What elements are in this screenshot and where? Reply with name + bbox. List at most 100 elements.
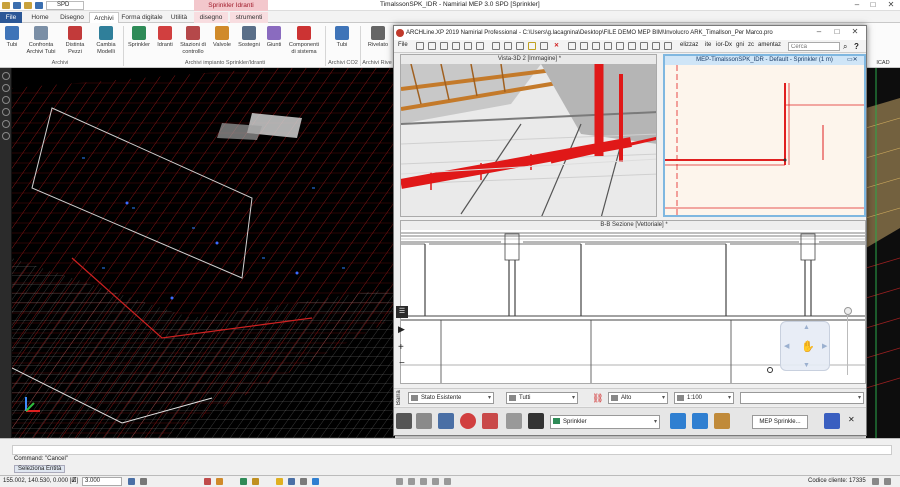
tab-forma-digitale[interactable]: Forma digitale bbox=[120, 12, 164, 23]
redo-icon[interactable] bbox=[476, 42, 484, 50]
ribbon-button-valvole[interactable]: Valvole bbox=[210, 26, 234, 49]
eyedropper-icon[interactable] bbox=[540, 42, 548, 50]
minimize-icon[interactable]: – bbox=[850, 0, 864, 11]
ribbon-button-distinta[interactable]: Distinta Pezzi bbox=[62, 26, 88, 55]
list-view-icon[interactable] bbox=[528, 413, 544, 429]
move-icon[interactable] bbox=[568, 42, 576, 50]
zoom-out-icon[interactable]: − bbox=[399, 358, 405, 369]
view-icon[interactable] bbox=[2, 120, 10, 128]
menu-gni[interactable]: gni bbox=[736, 42, 744, 48]
ribbon-button-sprinkler[interactable]: Sprinkler bbox=[126, 26, 152, 49]
archline-minimize-icon[interactable]: – bbox=[812, 27, 826, 38]
settings-icon[interactable] bbox=[2, 132, 10, 140]
sprinkler-dropdown[interactable]: Sprinkler ▾ bbox=[550, 415, 660, 429]
new-icon[interactable] bbox=[416, 42, 424, 50]
align-left-icon[interactable] bbox=[640, 42, 648, 50]
zoom-window-icon[interactable] bbox=[396, 478, 403, 485]
zoom-slider-knob[interactable] bbox=[844, 307, 852, 315]
view-plan[interactable]: MEP-TimalssonSPK_IDR - Default - Sprinkl… bbox=[663, 54, 866, 217]
zoom-field[interactable]: 3.000 bbox=[82, 477, 122, 486]
tab-strumenti[interactable]: strumenti bbox=[230, 12, 268, 23]
edit-icon[interactable] bbox=[482, 413, 498, 429]
undo-icon[interactable] bbox=[24, 2, 32, 9]
select-frame-icon[interactable] bbox=[438, 413, 454, 429]
wrench-icon[interactable] bbox=[714, 413, 730, 429]
pointer-icon[interactable] bbox=[506, 413, 522, 429]
transform-icon[interactable] bbox=[664, 42, 672, 50]
archline-close-icon[interactable]: ✕ bbox=[848, 27, 862, 38]
notification-icon[interactable] bbox=[872, 478, 879, 485]
dimension-icon[interactable] bbox=[592, 42, 600, 50]
ribbon-button-cambia-modelli[interactable]: Cambia Modelli bbox=[92, 26, 120, 55]
arrow-up-blue-icon[interactable] bbox=[670, 413, 686, 429]
align-icon[interactable] bbox=[580, 42, 588, 50]
search-input[interactable] bbox=[788, 42, 840, 51]
menu-ior-dx[interactable]: ior-Dx bbox=[716, 42, 732, 48]
help-icon[interactable]: ? bbox=[854, 42, 859, 51]
expand-icon[interactable]: ▶ bbox=[398, 324, 405, 335]
filtro-dropdown[interactable]: Tutti ▾ bbox=[506, 392, 578, 404]
lock-icon[interactable] bbox=[216, 478, 223, 485]
save-icon[interactable] bbox=[440, 42, 448, 50]
pan-realtime-icon[interactable] bbox=[432, 478, 439, 485]
link-icon[interactable]: ⛓ bbox=[592, 393, 603, 403]
layers-icon[interactable] bbox=[2, 108, 10, 116]
tab-utilita[interactable]: Utilità bbox=[166, 12, 192, 23]
arrow-left-icon[interactable]: ◀ bbox=[784, 342, 789, 350]
ucs-icon[interactable] bbox=[300, 478, 307, 485]
redo-icon[interactable] bbox=[35, 2, 43, 9]
align-right-icon[interactable] bbox=[652, 42, 660, 50]
save-icon[interactable] bbox=[13, 2, 21, 9]
menu-amentaz[interactable]: amentaz bbox=[758, 42, 781, 48]
stato-dropdown[interactable]: Stato Esistente ▾ bbox=[408, 392, 494, 404]
list-icon[interactable]: ☰ bbox=[396, 306, 408, 318]
snap-grid-icon[interactable] bbox=[128, 478, 135, 485]
measure-icon[interactable] bbox=[604, 42, 612, 50]
layer-icon[interactable] bbox=[204, 478, 211, 485]
tab-file[interactable]: File bbox=[0, 12, 22, 23]
mep-sprinkler-button[interactable]: MEP Sprinkle... bbox=[752, 415, 808, 429]
tab-home[interactable]: Home bbox=[26, 12, 54, 23]
copy-icon[interactable] bbox=[504, 42, 512, 50]
grid-icon[interactable] bbox=[616, 42, 624, 50]
zoom-slider[interactable] bbox=[844, 307, 857, 375]
ortho-icon[interactable] bbox=[140, 478, 147, 485]
zoom-previous-icon[interactable] bbox=[420, 478, 427, 485]
cad-viewport-right[interactable] bbox=[866, 68, 900, 438]
ribbon-button-rivelatori[interactable]: Rivelato bbox=[364, 26, 392, 49]
status-menu-icon[interactable] bbox=[884, 478, 891, 485]
archline-window[interactable]: ARCHLine.XP 2019 Namirial Professional -… bbox=[393, 25, 867, 436]
undo-icon[interactable] bbox=[464, 42, 472, 50]
lineweight-icon[interactable] bbox=[276, 478, 283, 485]
paste-icon[interactable] bbox=[516, 42, 524, 50]
model-icon[interactable] bbox=[288, 478, 295, 485]
extra-dropdown[interactable]: ▾ bbox=[740, 392, 864, 404]
redraw-icon[interactable] bbox=[444, 478, 451, 485]
color-palette-icon[interactable] bbox=[824, 413, 840, 429]
cut-icon[interactable] bbox=[492, 42, 500, 50]
view-plan-controls[interactable]: ▭✕ bbox=[847, 56, 864, 65]
rotate-icon[interactable] bbox=[460, 413, 476, 429]
grid-dots-icon[interactable] bbox=[416, 413, 432, 429]
search-icon[interactable]: ⌕ bbox=[843, 42, 847, 52]
ribbon-button-tubi[interactable]: Tubi bbox=[2, 26, 22, 49]
cad-viewport[interactable] bbox=[12, 68, 395, 438]
close-icon[interactable]: ✕ bbox=[884, 0, 898, 11]
open-icon[interactable] bbox=[428, 42, 436, 50]
open-icon[interactable] bbox=[2, 2, 10, 9]
scala-dropdown[interactable]: 1:100 ▾ bbox=[674, 392, 734, 404]
ribbon-button-componenti[interactable]: Componenti di sistema bbox=[287, 26, 321, 55]
tab-disegno-context[interactable]: disegno bbox=[194, 12, 228, 23]
archline-maximize-icon[interactable]: □ bbox=[830, 27, 844, 38]
menu-ite[interactable]: ite bbox=[705, 42, 711, 48]
arrow-up-icon[interactable]: ▲ bbox=[803, 324, 810, 331]
print-icon[interactable] bbox=[452, 42, 460, 50]
arrow-down-icon[interactable]: ▼ bbox=[803, 362, 810, 369]
menu-zc[interactable]: zc bbox=[748, 42, 754, 48]
pan-icon[interactable] bbox=[2, 84, 10, 92]
tab-archivi[interactable]: Archivi bbox=[89, 12, 119, 23]
document-field[interactable]: SPD bbox=[46, 1, 84, 10]
ribbon-button-confronta[interactable]: Confronta Archivi Tubi bbox=[24, 26, 58, 55]
delete-icon[interactable]: ✕ bbox=[554, 42, 559, 49]
menu-elizzaz[interactable]: elizzaz bbox=[680, 42, 698, 48]
